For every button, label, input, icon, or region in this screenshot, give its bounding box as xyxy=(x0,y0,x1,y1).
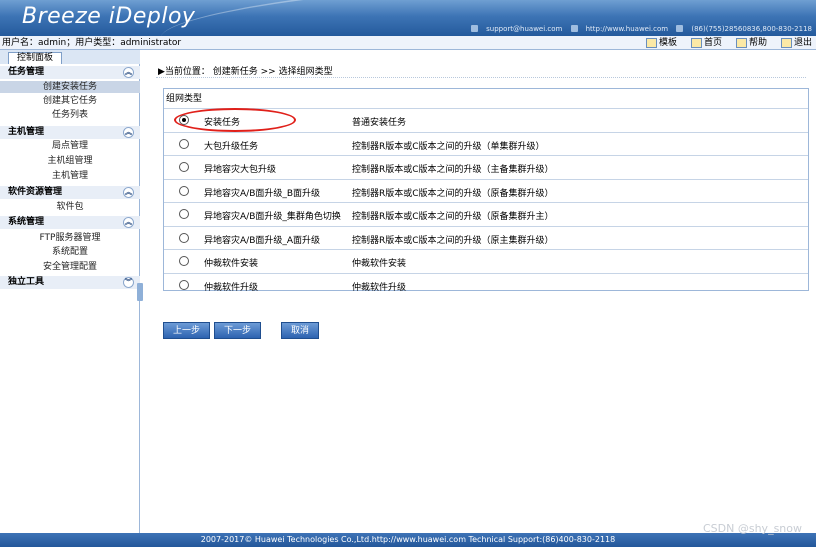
option-row[interactable]: 大包升级任务 控制器R版本或C版本之间的升级（单集群升级） xyxy=(164,131,808,156)
option-name: 大包升级任务 xyxy=(204,141,259,152)
group-label: 主机管理 xyxy=(8,127,45,137)
prev-button[interactable]: 上一步 xyxy=(163,322,211,339)
template-link-label: 模板 xyxy=(658,38,677,48)
cancel-button[interactable]: 取消 xyxy=(281,322,320,339)
fieldset-legend: 组网类型 xyxy=(166,94,203,104)
user-info: 用户名：admin；用户类型：administrator xyxy=(2,38,182,48)
contact-phone: (86)(755)28560836,800-830-2118 xyxy=(691,25,812,33)
option-row[interactable]: 仲裁软件安装 仲裁软件安装 xyxy=(164,249,808,273)
collapse-icon[interactable]: ︽ xyxy=(123,217,134,228)
group-task-management[interactable]: 任务管理 ︽ xyxy=(0,66,140,79)
group-standalone-tools[interactable]: 独立工具 ︾ xyxy=(0,276,140,289)
sidebar-item-host-management[interactable]: 主机管理 xyxy=(0,170,140,182)
template-link[interactable]: 模板 xyxy=(645,36,677,50)
option-row[interactable]: 异地容灾A/B面升级_集群角色切换 控制器R版本或C版本之间的升级（原备集群升主… xyxy=(164,202,808,226)
option-row[interactable]: 异地容灾A/B面升级_A面升级 控制器R版本或C版本之间的升级（原主集群升级） xyxy=(164,225,808,250)
group-host-management[interactable]: 主机管理 ︽ xyxy=(0,126,140,139)
collapse-icon[interactable]: ︽ xyxy=(123,67,134,78)
sidebar-item-create-other-task[interactable]: 创建其它任务 xyxy=(0,95,140,107)
help-icon xyxy=(735,38,747,48)
footer: 2007-2017© Huawei Technologies Co.,Ltd.h… xyxy=(0,533,816,547)
option-row[interactable]: 仲裁软件升级 仲裁软件升级 xyxy=(164,272,808,297)
option-radio[interactable] xyxy=(179,162,189,172)
sidebar-item-system-config[interactable]: 系统配置 xyxy=(0,246,140,258)
collapse-icon[interactable]: ︽ xyxy=(123,127,134,138)
app-logo: Breeze iDeploy xyxy=(22,4,196,29)
group-label: 独立工具 xyxy=(8,277,45,287)
home-icon xyxy=(690,38,702,48)
tab-control-panel[interactable]: 控制面板 xyxy=(8,52,63,64)
option-radio[interactable] xyxy=(179,185,189,196)
sidebar-item-host-group-management[interactable]: 主机组管理 xyxy=(0,155,140,167)
watermark: CSDN @shy_snow xyxy=(703,522,802,535)
logout-link-label: 退出 xyxy=(793,38,812,48)
next-button[interactable]: 下一步 xyxy=(214,322,262,339)
option-desc: 控制器R版本或C版本之间的升级（原备集群升主） xyxy=(352,212,554,222)
help-link-label: 帮助 xyxy=(748,38,767,48)
option-row[interactable]: 异地容灾A/B面升级_B面升级 控制器R版本或C版本之间的升级（原备集群升级） xyxy=(164,178,808,203)
wizard-buttons: 上一步 下一步 取消 xyxy=(163,322,320,339)
sidebar-item-site-management[interactable]: 局点管理 xyxy=(0,140,140,152)
user-bar: 用户名：admin；用户类型：administrator 模板 首页 帮助 退出 xyxy=(0,36,816,50)
phone-icon xyxy=(676,25,684,32)
logout-icon xyxy=(780,38,792,48)
expand-icon[interactable]: ︾ xyxy=(123,277,134,288)
sidebar-splitter-handle[interactable] xyxy=(137,283,143,301)
breadcrumb: ▶当前位置： 创建新任务 >> 选择组网类型 xyxy=(158,67,333,77)
sidebar-item-security-config[interactable]: 安全管理配置 xyxy=(0,261,140,273)
option-desc: 普通安装任务 xyxy=(352,118,407,128)
option-list: 安装任务 普通安装任务 大包升级任务 控制器R版本或C版本之间的升级（单集群升级… xyxy=(164,108,808,296)
home-link[interactable]: 首页 xyxy=(690,36,722,50)
home-link-label: 首页 xyxy=(703,38,722,48)
option-name: 异地容灾A/B面升级_A面升级 xyxy=(204,235,321,246)
network-type-fieldset: 组网类型 安装任务 普通安装任务 大包升级任务 控制器R版本或C版本之间的升级（… xyxy=(163,88,809,293)
collapse-icon[interactable]: ︽ xyxy=(123,187,134,198)
option-row[interactable]: 异地容灾大包升级 控制器R版本或C版本之间的升级（主备集群升级） xyxy=(164,155,808,179)
sidebar-item-task-list[interactable]: 任务列表 xyxy=(0,109,140,121)
option-name: 异地容灾A/B面升级_集群角色切换 xyxy=(204,212,341,222)
option-desc: 仲裁软件升级 xyxy=(352,282,407,293)
help-link[interactable]: 帮助 xyxy=(735,36,767,50)
option-radio[interactable] xyxy=(179,256,189,266)
group-software-resource[interactable]: 软件资源管理 ︽ xyxy=(0,186,140,199)
globe-icon xyxy=(570,25,578,32)
option-desc: 控制器R版本或C版本之间的升级（原主集群升级） xyxy=(352,235,554,246)
app-banner: Breeze iDeploy support@huawei.com http:/… xyxy=(0,0,816,36)
group-system-management[interactable]: 系统管理 ︽ xyxy=(0,216,140,229)
option-desc: 控制器R版本或C版本之间的升级（主备集群升级） xyxy=(352,165,554,175)
option-name: 仲裁软件升级 xyxy=(204,282,259,293)
contact-info: support@huawei.com http://www.huawei.com… xyxy=(465,25,812,33)
sidebar: 控制面板 任务管理 ︽ 创建安装任务 创建其它任务 任务列表 主机管理 ︽ 局点… xyxy=(0,50,140,533)
main-content: ▶当前位置： 创建新任务 >> 选择组网类型 组网类型 安装任务 普通安装任务 … xyxy=(146,50,816,533)
sidebar-item-ftp-server[interactable]: FTP服务器管理 xyxy=(0,232,140,244)
option-radio[interactable] xyxy=(179,232,189,243)
sidebar-item-create-install-task[interactable]: 创建安装任务 xyxy=(0,81,140,93)
group-label: 系统管理 xyxy=(8,217,45,227)
sidebar-tabbar: 控制面板 xyxy=(0,50,140,64)
group-label: 软件资源管理 xyxy=(8,187,63,197)
option-desc: 控制器R版本或C版本之间的升级（原备集群升级） xyxy=(352,188,554,199)
logout-link[interactable]: 退出 xyxy=(780,36,812,50)
option-radio[interactable] xyxy=(179,279,189,290)
highlight-ellipse-annotation xyxy=(174,108,296,132)
contact-email[interactable]: support@huawei.com xyxy=(486,25,562,33)
option-row[interactable]: 安装任务 普通安装任务 xyxy=(164,108,808,132)
option-desc: 仲裁软件安装 xyxy=(352,259,407,269)
option-name: 异地容灾A/B面升级_B面升级 xyxy=(204,188,321,199)
email-icon xyxy=(471,25,479,32)
option-name: 仲裁软件安装 xyxy=(204,259,259,269)
breadcrumb-divider xyxy=(156,77,806,78)
option-desc: 控制器R版本或C版本之间的升级（单集群升级） xyxy=(352,141,545,152)
template-icon xyxy=(645,38,657,48)
sidebar-item-software-package[interactable]: 软件包 xyxy=(0,201,140,213)
option-radio[interactable] xyxy=(179,138,189,149)
contact-website[interactable]: http://www.huawei.com xyxy=(586,25,669,33)
option-name: 异地容灾大包升级 xyxy=(204,165,277,175)
group-label: 任务管理 xyxy=(8,67,45,77)
top-links: 模板 首页 帮助 退出 xyxy=(645,36,812,50)
option-radio[interactable] xyxy=(179,209,189,219)
